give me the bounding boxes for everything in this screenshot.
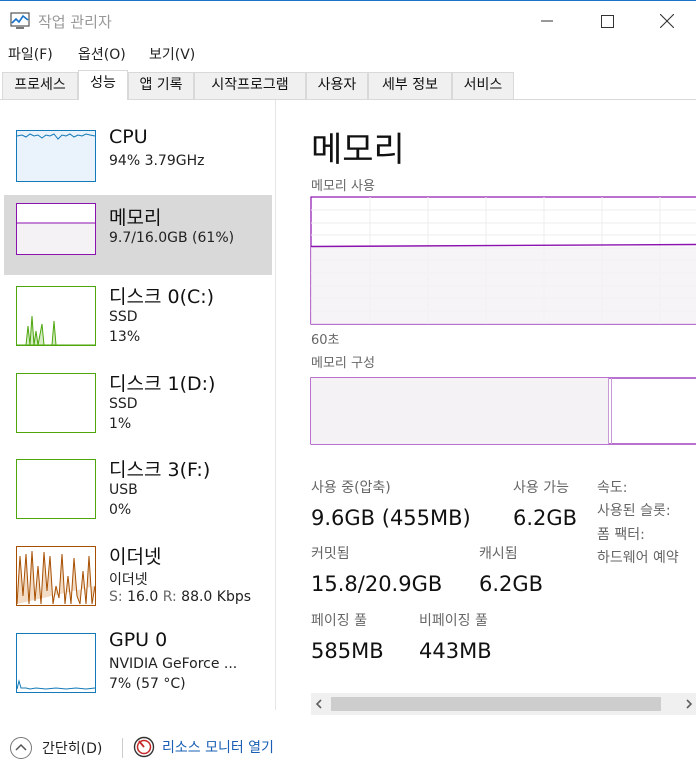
- sidebar-item-ethernet[interactable]: 이더넷 이더넷 S: 16.0 R: 88.0 Kbps: [4, 540, 272, 620]
- ethernet-adapter: 이더넷: [109, 572, 148, 588]
- memory-title: 메모리: [109, 207, 162, 229]
- page-title: 메모리: [311, 130, 405, 170]
- sidebar-item-memory[interactable]: 메모리 9.7/16.0GB (61%): [4, 195, 272, 275]
- tab-performance[interactable]: 성능: [78, 70, 128, 100]
- horizontal-scrollbar[interactable]: [311, 693, 696, 715]
- menu-bar: 파일(F) 옵션(O) 보기(V): [0, 40, 696, 68]
- cpu-usage: 94% 3.79GHz: [109, 153, 205, 169]
- scroll-right-icon[interactable]: [683, 698, 695, 710]
- close-icon: [660, 14, 674, 28]
- cpu-title: CPU: [109, 126, 148, 148]
- memory-usage: 9.7/16.0GB (61%): [109, 230, 235, 246]
- ethernet-rates: S: 16.0 R: 88.0 Kbps: [109, 589, 252, 605]
- resource-monitor-icon[interactable]: [133, 736, 155, 758]
- disk-1-type: SSD: [109, 396, 138, 412]
- disk-0-usage: 13%: [109, 329, 141, 345]
- disk-0-title: 디스크 0(C:): [109, 286, 215, 308]
- cached-value: 6.2GB: [479, 572, 544, 596]
- close-button[interactable]: [636, 1, 696, 41]
- speed-label: 속도:: [597, 480, 628, 496]
- paged-pool-label: 페이징 풀: [311, 613, 367, 629]
- sidebar-item-gpu-0[interactable]: GPU 0 NVIDIA GeForce ... 7% (57 °C): [4, 627, 272, 707]
- scrollbar-track: [311, 693, 696, 715]
- title-bar: 작업 관리자: [0, 0, 696, 40]
- available-value: 6.2GB: [513, 506, 578, 530]
- paged-pool-value: 585MB: [311, 639, 384, 663]
- menu-file[interactable]: 파일(F): [8, 44, 53, 64]
- maximize-icon: [600, 14, 614, 28]
- ethernet-title: 이더넷: [109, 546, 162, 568]
- disk-0-mini-graph: [16, 286, 96, 346]
- graph-time-span: 60초: [311, 333, 340, 348]
- open-resource-monitor-link[interactable]: 리소스 모니터 열기: [162, 737, 274, 757]
- maximize-button[interactable]: [576, 1, 638, 41]
- memory-detail-panel: 메모리 메모리 사용 60초 메모리 구성 사용 중(압축) 9.6GB (45…: [276, 100, 696, 710]
- gpu-mini-graph: [16, 633, 96, 693]
- tab-users[interactable]: 사용자: [306, 72, 368, 99]
- menu-view[interactable]: 보기(V): [149, 44, 195, 64]
- committed-label: 커밋됨: [311, 546, 350, 562]
- disk-1-usage: 1%: [109, 416, 132, 432]
- performance-sidebar: CPU 94% 3.79GHz 메모리 9.7/16.0GB (61%) 디스크…: [0, 100, 276, 710]
- minimize-button[interactable]: [516, 1, 578, 41]
- disk-1-mini-graph: [16, 373, 96, 433]
- gpu-usage: 7% (57 °C): [109, 676, 186, 692]
- tab-bar: 프로세스 성능 앱 기록 시작프로그램 사용자 세부 정보 서비스: [0, 70, 696, 100]
- cpu-mini-graph: [16, 130, 96, 182]
- nonpaged-pool-label: 비페이징 풀: [419, 613, 488, 629]
- ethernet-mini-graph: [16, 546, 96, 606]
- tab-processes[interactable]: 프로세스: [2, 72, 78, 99]
- menu-options[interactable]: 옵션(O): [78, 44, 126, 64]
- collapse-chevron-icon[interactable]: [9, 736, 33, 760]
- tab-startup[interactable]: 시작프로그램: [194, 72, 306, 99]
- memory-composition-bar: [310, 377, 696, 445]
- memory-usage-area: [311, 246, 696, 324]
- disk-3-usage: 0%: [109, 502, 132, 518]
- disk-1-title: 디스크 1(D:): [109, 373, 216, 395]
- committed-value: 15.8/20.9GB: [311, 572, 443, 596]
- minimize-icon: [541, 20, 553, 22]
- cached-label: 캐시됨: [479, 546, 518, 562]
- hardware-reserved-label: 하드웨어 예약: [597, 550, 679, 566]
- form-factor-label: 폼 팩터:: [597, 527, 645, 543]
- disk-3-mini-graph: [16, 459, 96, 519]
- window-title: 작업 관리자: [38, 13, 112, 31]
- nonpaged-pool-value: 443MB: [419, 639, 492, 663]
- memory-mini-graph: [16, 203, 96, 255]
- available-label: 사용 가능: [513, 480, 569, 496]
- disk-3-title: 디스크 3(F:): [109, 459, 211, 481]
- task-manager-icon: [10, 12, 30, 29]
- in-use-label: 사용 중(압축): [311, 480, 391, 496]
- status-bar: 간단히(D) 리소스 모니터 열기: [0, 728, 696, 768]
- scroll-left-icon[interactable]: [313, 698, 325, 710]
- sidebar-item-disk-3[interactable]: 디스크 3(F:) USB 0%: [4, 453, 272, 533]
- sidebar-item-cpu[interactable]: CPU 94% 3.79GHz: [4, 122, 272, 202]
- memory-usage-label: 메모리 사용: [311, 179, 375, 194]
- memory-usage-graph: [310, 196, 696, 325]
- in-use-value: 9.6GB (455MB): [311, 506, 471, 530]
- slots-used-label: 사용된 슬롯:: [597, 503, 671, 519]
- fewer-details-button[interactable]: 간단히(D): [42, 738, 102, 758]
- disk-0-type: SSD: [109, 309, 138, 325]
- status-divider: [122, 738, 123, 758]
- gpu-title: GPU 0: [109, 629, 168, 651]
- composition-in-use: [311, 378, 609, 444]
- tab-app-history[interactable]: 앱 기록: [128, 72, 194, 99]
- sidebar-item-disk-0[interactable]: 디스크 0(C:) SSD 13%: [4, 280, 272, 360]
- sidebar-item-disk-1[interactable]: 디스크 1(D:) SSD 1%: [4, 367, 272, 447]
- memory-composition-label: 메모리 구성: [311, 356, 375, 371]
- tab-services[interactable]: 서비스: [452, 72, 514, 99]
- gpu-model: NVIDIA GeForce ...: [109, 656, 238, 672]
- disk-3-type: USB: [109, 482, 138, 498]
- tab-details[interactable]: 세부 정보: [368, 72, 452, 99]
